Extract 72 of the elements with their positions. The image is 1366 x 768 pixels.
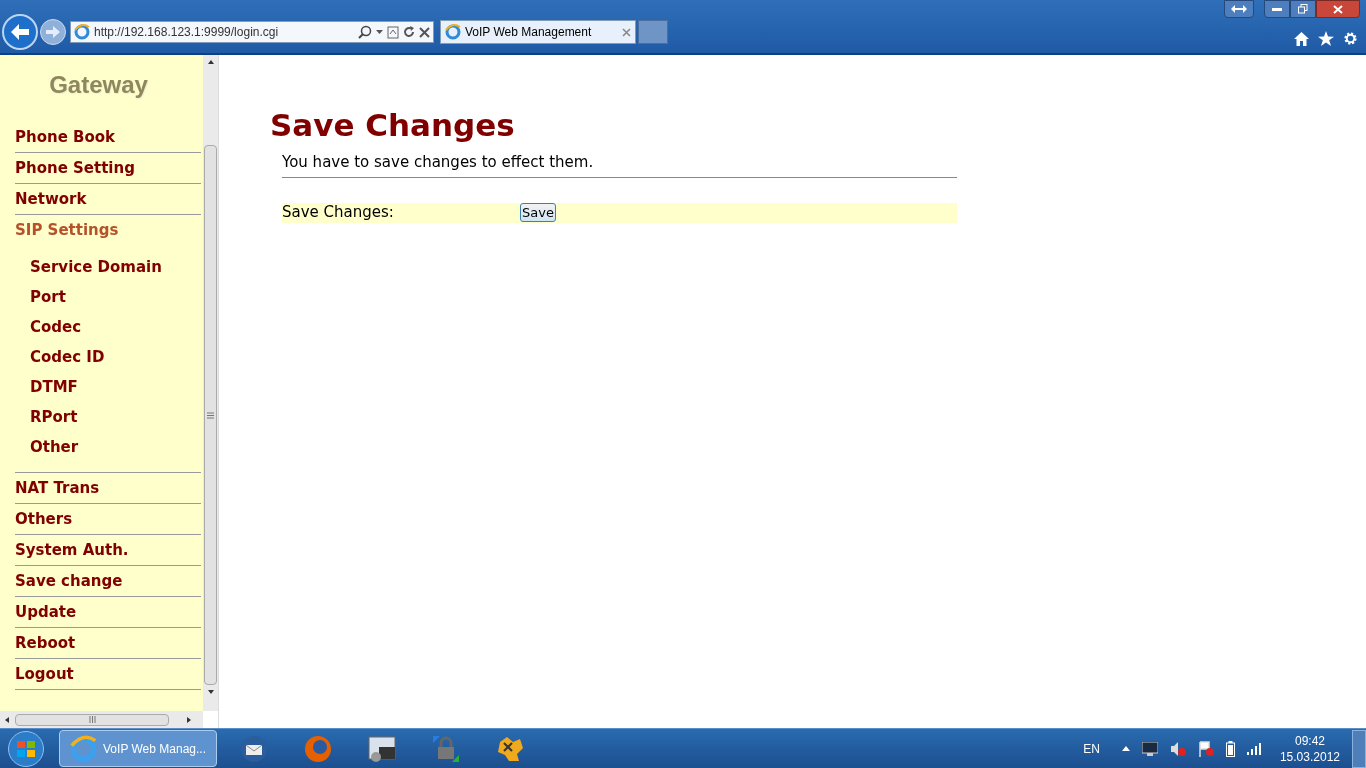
restore-icon — [1298, 4, 1308, 14]
url-text: http://192.168.123.1:9999/login.cgi — [94, 24, 280, 41]
minimize-button[interactable] — [1264, 0, 1290, 18]
logo-text: Gateway — [49, 70, 148, 100]
search-icon — [358, 25, 372, 39]
submenu-item[interactable]: RPort — [30, 402, 202, 432]
clock-time: 09:42 — [1294, 732, 1325, 749]
scroll-left-icon[interactable] — [3, 715, 11, 724]
page-title: Save Changes — [270, 106, 516, 145]
refresh-icon — [403, 26, 415, 38]
show-hidden-icons-caret-icon[interactable] — [1121, 746, 1130, 751]
browser-logo-icon — [74, 24, 90, 40]
clock[interactable]: 09:42 15.03.2012 — [1279, 732, 1340, 765]
tab-title: VoIP Web Management — [465, 24, 593, 41]
muted-speaker-icon[interactable] — [1169, 740, 1186, 757]
signal-bars-icon[interactable] — [1246, 742, 1262, 755]
menu-item[interactable]: Update — [15, 597, 202, 628]
submenu-item[interactable]: Codec — [30, 312, 202, 342]
submenu-item[interactable]: DTMF — [30, 372, 202, 402]
submenu-item[interactable]: Other — [30, 432, 202, 462]
menu-item[interactable]: SIP Settings — [15, 215, 202, 246]
menu-item[interactable]: Phone Setting — [15, 153, 202, 184]
note-text: You have to save changes to effect them. — [282, 151, 957, 178]
compatibility-view-icon — [387, 25, 399, 39]
submenu-item[interactable]: Codec ID — [30, 342, 202, 372]
dropdown-caret-icon — [376, 30, 383, 34]
submenu-item[interactable]: Port — [30, 282, 202, 312]
menu-item[interactable]: Others — [15, 504, 202, 535]
resize-button[interactable] — [1224, 0, 1254, 18]
battery-icon[interactable] — [1225, 740, 1235, 757]
submenu-item[interactable]: Service Domain — [30, 252, 202, 282]
menu-item[interactable]: Network — [15, 184, 202, 215]
back-button[interactable] — [2, 14, 38, 50]
clock-date: 15.03.2012 — [1279, 748, 1340, 765]
mail-client-icon[interactable] — [239, 733, 269, 764]
star-icon[interactable] — [1318, 31, 1334, 46]
minimize-icon — [1272, 7, 1282, 11]
language-indicator[interactable]: EN — [1083, 739, 1100, 758]
show-desktop-button[interactable] — [1352, 729, 1366, 768]
restore-button[interactable] — [1290, 0, 1316, 18]
flag-error-icon[interactable] — [1197, 740, 1214, 757]
monitor-icon[interactable] — [1141, 741, 1158, 756]
home-icon[interactable] — [1294, 31, 1309, 46]
forward-arrow-icon — [46, 26, 60, 38]
close-icon — [1333, 4, 1343, 14]
menu-item[interactable]: Logout — [15, 659, 202, 690]
padlock-arrows-icon[interactable] — [431, 733, 461, 764]
close-button[interactable] — [1316, 0, 1360, 18]
forward-button[interactable] — [40, 19, 66, 45]
horizontal-scrollbar[interactable] — [0, 711, 203, 728]
save-button[interactable]: Save — [520, 203, 556, 222]
settings-icon[interactable] — [1343, 31, 1358, 46]
menu-item[interactable]: Phone Book — [15, 122, 202, 153]
stop-icon — [419, 26, 430, 38]
certificate-window-icon[interactable] — [367, 733, 397, 764]
menu-item[interactable]: NAT Trans — [15, 473, 202, 504]
field-label: Save Changes: — [282, 202, 395, 224]
address-bar[interactable]: http://192.168.123.1:9999/login.cgi — [70, 21, 434, 43]
start-button[interactable] — [8, 730, 44, 767]
windows-logo-icon — [17, 740, 35, 757]
scroll-right-icon[interactable] — [185, 715, 193, 724]
grip-icon — [88, 716, 96, 723]
menu-item[interactable]: System Auth. — [15, 535, 202, 566]
back-arrow-icon — [11, 24, 29, 40]
double-arrow-icon — [1231, 5, 1247, 13]
grip-icon — [207, 411, 215, 419]
browser-logo-icon — [70, 734, 98, 763]
close-tab-icon — [622, 27, 631, 37]
browser-tab[interactable]: VoIP Web Management — [440, 20, 636, 44]
browser-logo-icon — [445, 24, 461, 40]
menu-item[interactable]: Reboot — [15, 628, 202, 659]
menu-item[interactable]: Save change — [15, 566, 202, 597]
